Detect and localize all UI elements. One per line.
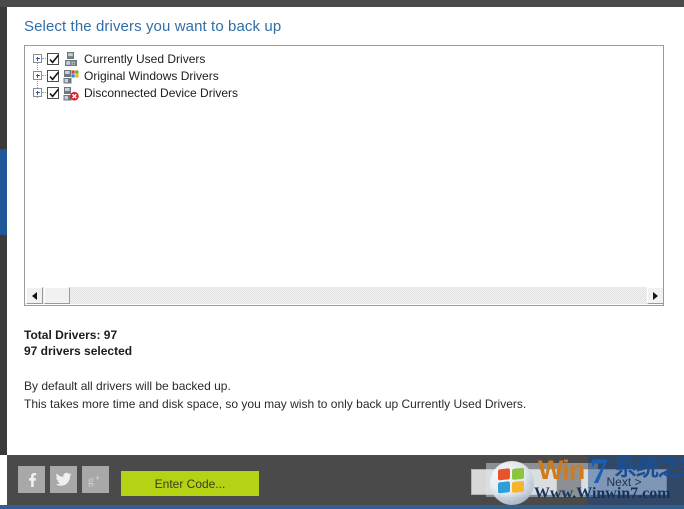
tree-row[interactable]: Disconnected Device Drivers	[25, 84, 663, 101]
left-accent-bar	[0, 149, 7, 235]
windows-driver-icon	[63, 68, 79, 84]
scrollbar-thumb[interactable]	[44, 287, 70, 304]
svg-text:g: g	[87, 474, 93, 487]
arrow-right-icon	[653, 292, 658, 300]
google-plus-icon[interactable]: g +	[82, 466, 109, 493]
expand-plus-icon[interactable]	[33, 88, 42, 97]
tree-row[interactable]: Original Windows Drivers	[25, 67, 663, 84]
next-button[interactable]: Next >	[581, 469, 667, 495]
facebook-glyph-icon	[24, 472, 40, 488]
facebook-icon[interactable]	[18, 466, 45, 493]
tree-item-label: Disconnected Device Drivers	[84, 86, 238, 100]
enter-code-button[interactable]: Enter Code...	[121, 471, 259, 496]
total-drivers-label: Total Drivers: 97	[24, 327, 132, 343]
svg-text:+: +	[95, 473, 100, 482]
checkbox[interactable]	[47, 53, 59, 65]
tree-item-label: Currently Used Drivers	[84, 52, 205, 66]
expand-plus-icon[interactable]	[33, 54, 42, 63]
description-line-2: This takes more time and disk space, so …	[24, 395, 526, 413]
checkbox[interactable]	[47, 87, 59, 99]
checkbox[interactable]	[47, 70, 59, 82]
check-icon	[47, 69, 61, 83]
arrow-left-icon	[32, 292, 37, 300]
backup-description: By default all drivers will be backed up…	[24, 377, 526, 413]
driver-summary: Total Drivers: 97 97 drivers selected	[24, 327, 132, 359]
twitter-bird-icon	[55, 471, 72, 488]
scroll-left-button[interactable]	[26, 287, 43, 304]
device-driver-icon	[63, 51, 79, 67]
disconnected-device-icon	[63, 85, 79, 101]
check-icon	[47, 86, 61, 100]
left-chrome-strip	[0, 7, 7, 455]
driver-backup-wizard: Select the drivers you want to back up	[0, 0, 684, 509]
check-icon	[47, 52, 61, 66]
back-button[interactable]: < Back	[471, 469, 557, 495]
tree-item-label: Original Windows Drivers	[84, 69, 219, 83]
scroll-right-button[interactable]	[647, 287, 664, 304]
description-line-1: By default all drivers will be backed up…	[24, 377, 526, 395]
expand-plus-icon[interactable]	[33, 71, 42, 80]
social-links: g +	[18, 466, 109, 493]
page-title: Select the drivers you want to back up	[24, 18, 281, 35]
twitter-icon[interactable]	[50, 466, 77, 493]
top-chrome-strip	[0, 0, 684, 7]
driver-tree-listbox[interactable]: Currently Used Drivers	[24, 45, 664, 306]
driver-tree: Currently Used Drivers	[25, 50, 663, 101]
footer-underline	[0, 505, 684, 509]
google-plus-glyph-icon: g +	[87, 472, 105, 488]
selected-drivers-label: 97 drivers selected	[24, 343, 132, 359]
wizard-page: Select the drivers you want to back up	[7, 7, 684, 455]
tree-row[interactable]: Currently Used Drivers	[25, 50, 663, 67]
horizontal-scrollbar[interactable]	[26, 287, 664, 304]
